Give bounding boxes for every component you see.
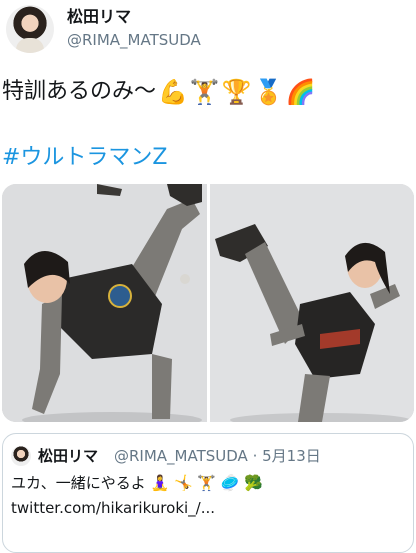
- avatar-figure: [16, 38, 44, 53]
- tweet-text: 特訓あるのみ〜💪🏋️🏆🏅🌈: [2, 76, 315, 108]
- meta-separator: ·: [247, 447, 263, 465]
- weight-lifter-emoji-icon: 🏋️: [197, 474, 217, 492]
- quoted-tweet-date: 5月13日: [262, 447, 321, 465]
- woman-yoga-emoji-icon: 🧘‍♀️: [150, 474, 170, 492]
- medal-emoji-icon: 🏅: [253, 78, 284, 106]
- quoted-tweet-link[interactable]: twitter.com/hikarikuroki_/...: [11, 497, 215, 519]
- rainbow-emoji-icon: 🌈: [285, 78, 316, 106]
- author-handle[interactable]: @RIMA_MATSUDA: [67, 30, 201, 50]
- author-display-name[interactable]: 松田リマ: [67, 7, 131, 27]
- flying-disc-emoji-icon: 🥏: [220, 474, 240, 492]
- quoted-author-handle: @RIMA_MATSUDA: [114, 447, 248, 465]
- weight-lifter-emoji-icon: 🏋️: [189, 78, 220, 106]
- media-grid: [2, 184, 414, 422]
- quoted-author-avatar: [11, 446, 31, 466]
- quoted-tweet-body: ユカ、一緒にやるよ: [11, 474, 146, 492]
- quoted-tweet-text: ユカ、一緒にやるよ 🧘‍♀️ 🤸 🏋️ 🥏 🥦: [11, 472, 263, 494]
- broccoli-emoji-icon: 🥦: [244, 474, 264, 492]
- hashtag-link[interactable]: #ウルトラマンZ: [2, 143, 168, 173]
- author-avatar[interactable]: [6, 5, 54, 53]
- photo-high-kick-icon[interactable]: [210, 184, 414, 422]
- flexed-biceps-emoji-icon: 💪: [158, 78, 188, 106]
- trophy-emoji-icon: 🏆: [221, 78, 252, 106]
- photo-kick-pose-icon[interactable]: [2, 184, 207, 422]
- cartwheel-emoji-icon: 🤸: [173, 474, 193, 492]
- tweet-text-body: 特訓あるのみ〜: [2, 79, 157, 104]
- quoted-author-display-name: 松田リマ: [38, 447, 99, 465]
- quoted-author-meta: @RIMA_MATSUDA · 5月13日: [114, 446, 321, 466]
- photo-left-illustration: [2, 184, 207, 422]
- photo-right-illustration: [210, 184, 414, 422]
